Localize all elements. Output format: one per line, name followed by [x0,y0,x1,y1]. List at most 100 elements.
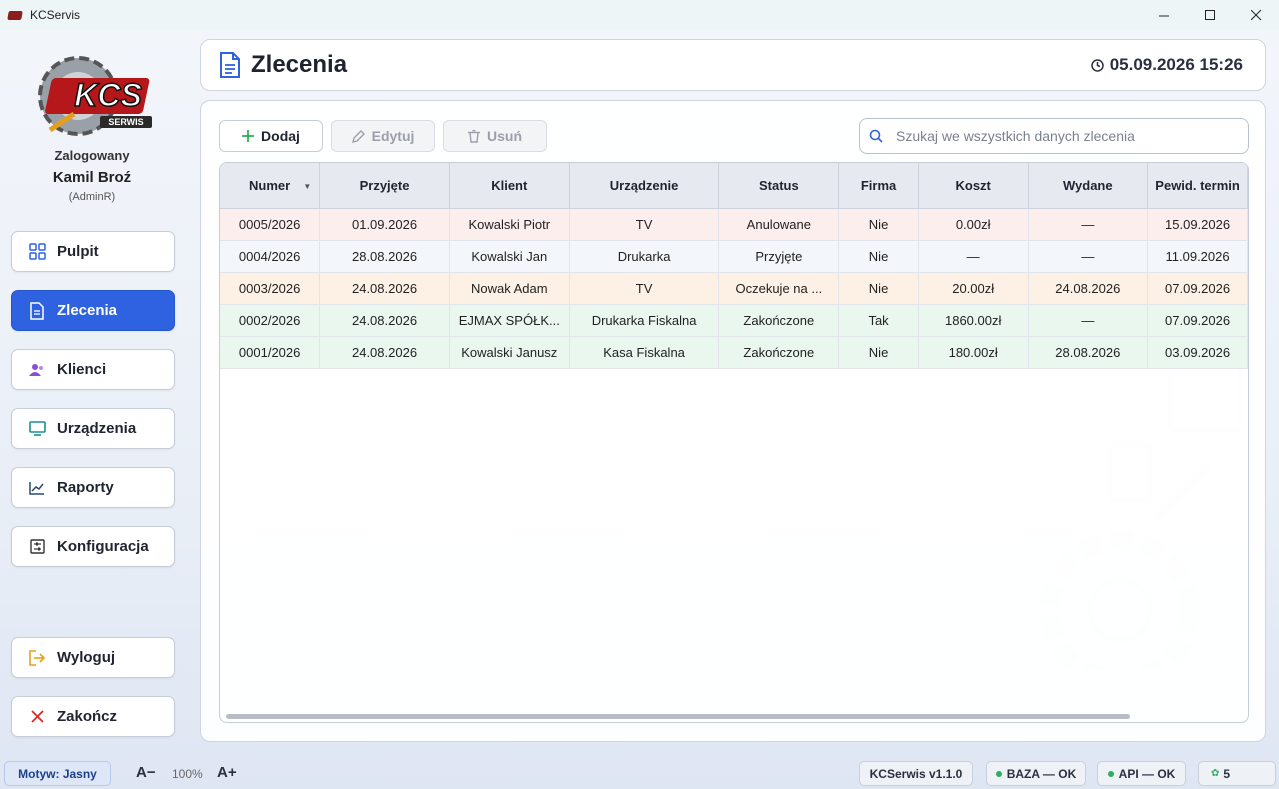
column-header-koszt[interactable]: Koszt [918,163,1029,209]
cell-status: Zakończone [718,336,840,369]
horizontal-scrollbar[interactable] [226,714,1130,719]
zoom-level: 100% [172,767,203,781]
trash-icon [468,129,480,143]
cell-klient: Kowalski Piotr [449,208,570,241]
cell-status: Oczekuje na ... [718,272,840,305]
cell-firma: Nie [838,336,919,369]
user-name: Kamil Broź [52,169,132,186]
header-panel: Zlecenia 05.09.2026 15:26 [200,39,1266,91]
cell-przyjete: 24.08.2026 [319,272,450,305]
pencil-icon [351,129,365,143]
svg-text:KCS: KCS [74,77,142,113]
column-header-wydane[interactable]: Wydane [1028,163,1149,209]
table-row[interactable]: 0004/2026 28.08.2026 Kowalski Jan Drukarka P… [220,240,1248,273]
cell-przyjete: 28.08.2026 [319,240,450,273]
nav-konfiguracja-button[interactable]: Konfiguracja [11,526,175,567]
nav-klienci-button[interactable]: Klienci [11,349,175,390]
cell-wydane: — [1028,240,1149,273]
theme-toggle-button[interactable]: Motyw: Jasny [4,761,111,786]
minimize-button[interactable] [1141,0,1187,30]
cell-klient: EJMAX SPÓŁK... [449,304,570,337]
exit-button[interactable]: Zakończ [11,696,175,737]
plus-icon [242,130,255,142]
chart-icon [28,479,46,497]
users-icon [28,361,46,379]
cell-termin: 07.09.2026 [1147,272,1248,305]
cell-numer: 0004/2026 [220,240,321,273]
logout-icon [28,649,46,667]
nav-pulpit-button[interactable]: Pulpit [11,231,175,272]
close-icon [1250,9,1261,20]
cell-urzadzenie: Kasa Fiskalna [569,336,720,369]
cell-urzadzenie: TV [569,272,720,305]
column-header-termin[interactable]: Pewid. termin [1147,163,1248,209]
cell-wydane: — [1028,304,1149,337]
user-role: (AdminR) [68,191,116,203]
table-row[interactable]: 0001/2026 24.08.2026 Kowalski Janusz Kasa F… [220,336,1248,369]
cell-firma: Nie [838,272,919,305]
title-bar: KCServis [0,0,1279,30]
nav-raporty-button[interactable]: Raporty [11,467,175,508]
document-icon [28,301,46,320]
dashboard-icon [28,243,46,261]
page-title: Zlecenia [251,51,348,78]
close-button[interactable] [1233,0,1279,30]
main-panel: Dodaj Edytuj Usuń Numer▼ Przyjęte Kl [200,100,1266,742]
maximize-button[interactable] [1187,0,1233,30]
column-header-numer[interactable]: Numer ▼ [220,163,321,209]
add-button[interactable]: Dodaj [219,120,323,152]
column-header-przyjete[interactable]: Przyjęte [319,163,450,209]
status-dot-icon [1107,770,1114,777]
cell-numer: 0002/2026 [220,304,321,337]
cell-klient: Kowalski Janusz [449,336,570,369]
cell-firma: Nie [838,240,919,273]
status-bar: Motyw: Jasny A− 100% A+ KCSerwis v1.1.0 … [0,755,1279,789]
column-header-klient[interactable]: Klient [449,163,570,209]
cell-przyjete: 01.09.2026 [319,208,450,241]
nav-urzadzenia-button[interactable]: Urządzenia [11,408,175,449]
cell-koszt: 20.00zł [918,272,1029,305]
cell-klient: Nowak Adam [449,272,570,305]
version-badge: KCSerwis v1.1.0 [859,761,973,786]
table-row[interactable]: 0003/2026 24.08.2026 Nowak Adam TV Oczekuje … [220,272,1248,305]
table-row[interactable]: 0002/2026 24.08.2026 EJMAX SPÓŁK... Drukark… [220,304,1248,337]
font-decrease-button[interactable]: A− [136,764,156,781]
cell-numer: 0001/2026 [220,336,321,369]
cell-przyjete: 24.08.2026 [319,336,450,369]
orders-table: Numer ▼ Przyjęte Klient Urządzenie Status… [219,162,1249,723]
cell-przyjete: 24.08.2026 [319,304,450,337]
search-input[interactable] [896,128,1236,144]
cell-termin: 03.09.2026 [1147,336,1248,369]
table-row[interactable]: 0005/2026 01.09.2026 Kowalski Piotr TV Anulo… [220,208,1248,241]
column-header-firma[interactable]: Firma [838,163,919,209]
svg-text:SERWIS: SERWIS [108,117,143,127]
app-icon [8,9,24,21]
datetime: 05.09.2026 15:26 [1090,55,1243,75]
logout-button[interactable]: Wyloguj [11,637,175,678]
cell-koszt: — [918,240,1029,273]
count-badge: ✿ 5 [1198,761,1276,786]
status-dot-icon [995,770,1002,777]
close-x-icon [28,708,46,726]
cell-wydane: 24.08.2026 [1028,272,1149,305]
window-title: KCServis [30,8,81,22]
cell-wydane: — [1028,208,1149,241]
cell-koszt: 180.00zł [918,336,1029,369]
monitor-icon [28,420,46,438]
font-increase-button[interactable]: A+ [217,764,237,781]
settings-sliders-icon [28,538,46,556]
db-status-badge: BAZA — OK [986,761,1086,786]
cell-status: Zakończone [718,304,840,337]
delete-button[interactable]: Usuń [443,120,547,152]
cell-koszt: 0.00zł [918,208,1029,241]
sidebar: KCS SERWIS Zalogowany Kamil Broź (AdminR… [0,30,190,755]
column-header-urzadzenie[interactable]: Urządzenie [569,163,720,209]
search-box[interactable] [859,118,1249,154]
cell-termin: 11.09.2026 [1147,240,1248,273]
edit-button[interactable]: Edytuj [331,120,435,152]
nav-zlecenia-button[interactable]: Zlecenia [11,290,175,331]
column-header-status[interactable]: Status [718,163,840,209]
cell-firma: Nie [838,208,919,241]
minimize-icon [1158,15,1169,16]
cell-urzadzenie: Drukarka Fiskalna [569,304,720,337]
